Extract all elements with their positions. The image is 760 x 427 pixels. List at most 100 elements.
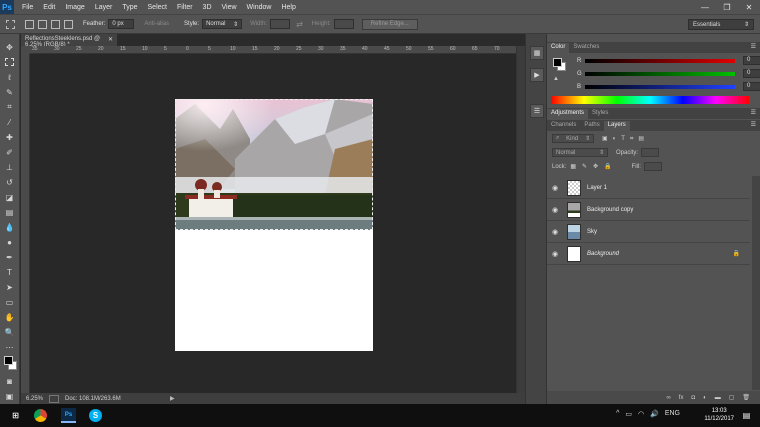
- zoom-level[interactable]: 6.25%: [21, 396, 43, 402]
- green-value[interactable]: 0: [743, 69, 760, 78]
- network-icon[interactable]: ▭: [625, 410, 632, 418]
- menu-image[interactable]: Image: [65, 4, 84, 11]
- layer-name[interactable]: Background: [587, 251, 619, 257]
- tab-swatches[interactable]: Swatches: [569, 43, 603, 53]
- zoom-tool-icon[interactable]: 🔍: [3, 325, 17, 339]
- add-mask-icon[interactable]: ◘: [691, 395, 695, 401]
- eyedropper-tool-icon[interactable]: ⁄: [3, 115, 17, 129]
- notifications-icon[interactable]: ▤: [739, 408, 754, 423]
- maximize-button[interactable]: ❐: [716, 0, 738, 14]
- foreground-swatch[interactable]: [553, 58, 562, 67]
- panel-menu-icon[interactable]: ☰: [751, 121, 756, 128]
- menu-layer[interactable]: Layer: [95, 4, 113, 11]
- healing-brush-tool-icon[interactable]: ✚: [3, 130, 17, 144]
- add-selection-icon[interactable]: [38, 19, 47, 29]
- lock-options-icons[interactable]: ▦✎✥🔒: [570, 163, 617, 170]
- panel-menu-icon[interactable]: ☰: [751, 109, 756, 116]
- language-indicator[interactable]: ENG: [665, 410, 680, 418]
- layer-row[interactable]: ◉ Layer 1: [547, 177, 750, 199]
- intersect-selection-icon[interactable]: [64, 19, 73, 29]
- properties-panel-icon[interactable]: ☰: [530, 104, 544, 118]
- rectangle-tool-icon[interactable]: ▭: [3, 295, 17, 309]
- minimize-button[interactable]: —: [694, 0, 716, 14]
- menu-help[interactable]: Help: [281, 4, 295, 11]
- chrome-icon[interactable]: [34, 409, 47, 422]
- clone-stamp-tool-icon[interactable]: ⊥: [3, 160, 17, 174]
- ruler-vertical[interactable]: [21, 54, 30, 393]
- quick-mask-icon[interactable]: ◙: [3, 374, 17, 388]
- dodge-tool-icon[interactable]: ●: [3, 235, 17, 249]
- new-group-icon[interactable]: ▬: [715, 395, 721, 401]
- tab-layers[interactable]: Layers: [603, 121, 630, 131]
- blue-value[interactable]: 0: [743, 82, 760, 91]
- swap-icon[interactable]: ⇄: [296, 20, 303, 29]
- layer-style-icon[interactable]: fx: [679, 395, 684, 401]
- pen-tool-icon[interactable]: ✒: [3, 250, 17, 264]
- workspace-select[interactable]: Essentials ⇕: [688, 19, 754, 30]
- zoom-preview-icon[interactable]: [49, 394, 59, 403]
- red-value[interactable]: 0: [743, 56, 760, 65]
- tab-color[interactable]: Color: [547, 43, 570, 53]
- antialias-checkbox[interactable]: Anti-alias: [144, 21, 169, 27]
- layer-name[interactable]: Sky: [587, 229, 597, 235]
- clock[interactable]: 13:03 11/12/2017: [704, 407, 734, 423]
- refine-edge-button[interactable]: Refine Edge...: [361, 18, 418, 30]
- path-selection-tool-icon[interactable]: ➤: [3, 280, 17, 294]
- opacity-input[interactable]: [641, 148, 660, 157]
- filter-type-icons[interactable]: ▣◐T⌗▤: [602, 135, 649, 143]
- tray-up-arrow-icon[interactable]: ^: [616, 410, 619, 418]
- red-slider[interactable]: [585, 58, 735, 63]
- close-tab-icon[interactable]: ✕: [108, 36, 113, 44]
- eraser-tool-icon[interactable]: ◪: [3, 190, 17, 204]
- lasso-tool-icon[interactable]: ℓ: [3, 70, 17, 84]
- filter-kind-select[interactable]: ⌕ Kind ⇕: [552, 134, 594, 143]
- tab-paths[interactable]: Paths: [580, 121, 603, 131]
- vertical-scrollbar[interactable]: [516, 46, 525, 393]
- type-tool-icon[interactable]: T: [3, 265, 17, 279]
- gradient-tool-icon[interactable]: ▤: [3, 205, 17, 219]
- history-panel-icon[interactable]: ▦: [530, 46, 544, 60]
- green-slider[interactable]: [585, 71, 735, 76]
- menu-3d[interactable]: 3D: [203, 4, 212, 11]
- feather-input[interactable]: 0 px: [108, 19, 135, 29]
- menu-select[interactable]: Select: [148, 4, 167, 11]
- crop-tool-icon[interactable]: ⌗: [3, 100, 17, 114]
- quick-selection-tool-icon[interactable]: ✎: [3, 85, 17, 99]
- link-layers-icon[interactable]: ∞: [667, 395, 671, 401]
- blue-slider[interactable]: [585, 84, 735, 89]
- blur-tool-icon[interactable]: 💧: [3, 220, 17, 234]
- hand-tool-icon[interactable]: ✋: [3, 310, 17, 324]
- menu-view[interactable]: View: [222, 4, 237, 11]
- move-tool-icon[interactable]: ✥: [3, 40, 17, 54]
- ruler-horizontal[interactable]: 35 30 25 20 15 10 5 0 5 10 15 20 25 30 3…: [30, 46, 516, 54]
- more-tools-icon[interactable]: ⋯: [3, 340, 17, 354]
- width-input[interactable]: [270, 19, 291, 29]
- brush-tool-icon[interactable]: ✐: [3, 145, 17, 159]
- eye-icon[interactable]: ◉: [547, 184, 563, 192]
- layer-row[interactable]: ◉ Background 🔒: [547, 243, 750, 265]
- document-tab[interactable]: ReflectionsSteeklens.psd @ 6.25% (RGB/8)…: [21, 34, 117, 48]
- history-brush-tool-icon[interactable]: ↺: [3, 175, 17, 189]
- adjustment-layer-icon[interactable]: ◐: [703, 395, 707, 401]
- delete-layer-icon[interactable]: 🗑: [742, 394, 750, 401]
- style-select[interactable]: Normal ⇕: [202, 19, 243, 29]
- blend-mode-select[interactable]: Normal ⇕: [552, 148, 608, 157]
- eye-icon[interactable]: ◉: [547, 228, 563, 236]
- marquee-tool-preset-icon[interactable]: [6, 19, 15, 29]
- status-menu-arrow-icon[interactable]: ▶: [170, 395, 175, 402]
- subtract-selection-icon[interactable]: [51, 19, 60, 29]
- layer-name[interactable]: Layer 1: [587, 185, 607, 191]
- actions-panel-icon[interactable]: ▶: [530, 68, 544, 82]
- ruler-origin[interactable]: [21, 46, 30, 54]
- tab-adjustments[interactable]: Adjustments: [547, 109, 589, 119]
- new-selection-icon[interactable]: [25, 19, 34, 29]
- eye-icon[interactable]: ◉: [547, 206, 563, 214]
- foreground-background-color-icon[interactable]: [3, 355, 17, 373]
- wifi-icon[interactable]: ◠: [638, 410, 644, 418]
- skype-icon[interactable]: S: [89, 409, 102, 422]
- eye-icon[interactable]: ◉: [547, 250, 563, 258]
- new-layer-icon[interactable]: ▢: [729, 394, 735, 401]
- layer-row[interactable]: ◉ Background copy: [547, 199, 750, 221]
- tab-channels[interactable]: Channels: [547, 121, 580, 131]
- screen-mode-icon[interactable]: ▣: [3, 389, 17, 403]
